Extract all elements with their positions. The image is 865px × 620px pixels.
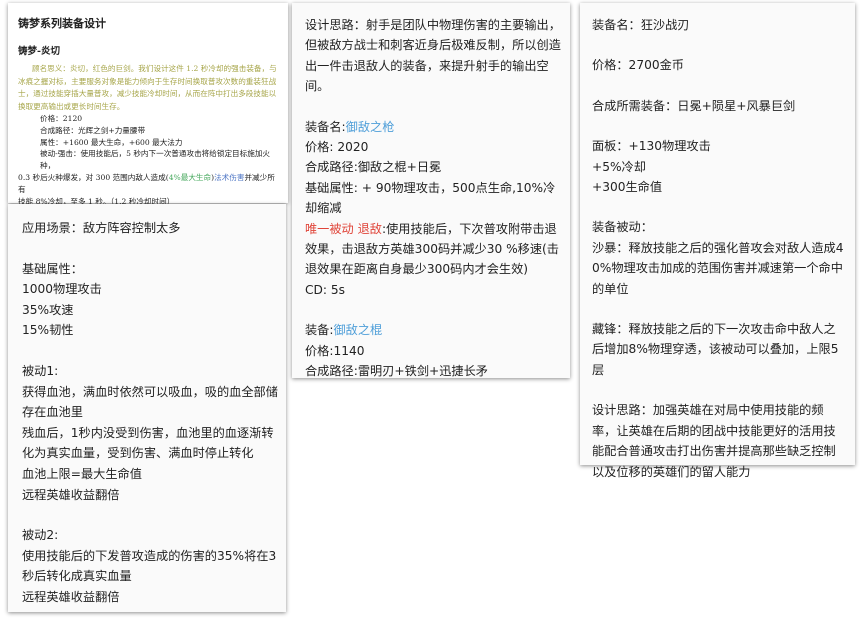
concept-line: 换取更高输出或更长时间生存。 [18,101,125,111]
item-label: 装备: [305,323,334,338]
panel-stat: +5%冷却 [592,159,646,174]
passive-text: 0.3 秒后火种爆发，对 300 范围内敌人造成( [18,172,169,182]
item-price: 价格: 2020 [305,140,369,155]
text-line: 使用技能后的下发普攻造成的伤害的35%将在3 [22,548,277,563]
item-recipe: 合成路径：光辉之剑+力量腰带 [40,125,146,135]
text-line: 化为真实血量，受到伤害、满血时停止转化 [22,446,254,461]
design-card-zhumeng-yanqie: 铸梦系列装备设计 铸梦-炎切 顾名思义：炎切，红色的巨剑。我们设计这件 1.2 … [8,3,288,206]
item-name-row: 装备名:御敌之枪 [305,117,562,137]
item-cooldown: CD: 5s [305,282,345,297]
text-line: 1000物理攻击 [22,282,102,297]
design-card-kuangsha: 装备名：狂沙战刃 价格：2700金币 合成所需装备：日冕+陨星+风暴巨剑 面板：… [580,3,855,479]
passive-title: 装备被动： [592,220,653,235]
text-line: 被动1: [22,363,59,378]
item-price: 价格:1140 [305,343,365,358]
panel-stat: 面板：+130物理攻击 [592,139,711,154]
card-title: 铸梦系列装备设计 [18,17,106,30]
item-name: 装备名：狂沙战刃 [592,18,690,32]
text-line: 被动2: [22,528,59,543]
design-idea: 设计思路：加强英雄在对局中使用技能的频率，让英雄在后期的团战中技能更好的活用技能… [592,403,836,479]
item-recipe: 合成路径:雷明刃+铁剑+迅捷长矛 [305,364,488,379]
item-price: 价格：2700金币 [592,58,684,73]
text-line: 应用场景：敌方阵容控制太多 [22,221,181,235]
max-hp-highlight: 4%最大生命 [168,172,212,182]
design-intro: 设计思路：射手是团队中物理伤害的主要输出，但被敌方战士和刺客近身后极难反制，所以… [305,18,561,94]
text-line: 35%攻速 [22,302,74,317]
text-line: 存在血池里 [22,405,83,420]
card-subtitle: 铸梦-炎切 [18,46,60,57]
item-recipe: 合成路径:御敌之棍+日冕 [305,160,442,175]
magic-damage-highlight: 法术伤害 [214,172,245,182]
item-label: 装备名: [305,119,346,134]
text-line: 远程英雄收益翻倍 [22,589,120,604]
text-line: 基础属性： [22,261,83,276]
panel-stat: +300生命值 [592,180,663,195]
design-card-yudi: 设计思路：射手是团队中物理伤害的主要输出，但被敌方战士和刺客近身后极难反制，所以… [292,3,570,378]
item-attributes: 属性：+1600 最大生命，+600 最大法力 [40,137,183,147]
text-line: 血池上限=最大生命值 [22,466,142,481]
text-line: 15%韧性 [22,323,74,338]
item-passive-line: 被动-强击：使用技能后，5 秒内下一次普通攻击将给锁定目标施加火种， [40,149,271,171]
unique-passive-tag: 唯一被动 退敌 [305,221,382,236]
text-line: 秒后转化成真实血量 [22,569,132,584]
passive-sandstorm: 沙暴：释放技能之后的强化普攻会对敌人造成40%物理攻击加成的范围伤害并减速第一个… [592,240,844,296]
text-line: 残血后，1秒内没受到伤害，血池里的血逐渐转 [22,425,274,440]
text-line: 获得血池，满血时依然可以吸血，吸的血全部储 [22,384,278,399]
text-line: 远程英雄收益翻倍 [22,487,120,502]
item-attributes: 基础属性: + 90物理攻击，500点生命,10%冷却缩减 [305,180,556,216]
passive-hidden-edge: 藏锋：释放技能之后的下一次攻击命中敌人之后增加8%物理穿透，该被动可以叠加，上限… [592,322,839,377]
design-card-lifesteal: 应用场景：敌方阵容控制太多 基础属性： 1000物理攻击 35%攻速 15%韧性… [8,204,286,612]
item-name-link[interactable]: 御敌之棍 [333,323,382,337]
item-price: 价格：2120 [40,114,83,123]
item-passive: 唯一被动 退敌:使用技能后，下次普攻附带击退效果，击退敌方英雄300码并减少30… [305,219,562,280]
concept-paragraph: 顾名思义：炎切，红色的巨剑。我们设计这件 1.2 秒冷却的强击装备，与 冰痕之握… [18,63,280,113]
item-recipe: 合成所需装备：日冕+陨星+风暴巨剑 [592,98,796,113]
item-passive-line: 0.3 秒后火种爆发，对 300 范围内敌人造成(4%最大生命)法术伤害并减少所… [18,172,280,196]
concept-line: 士，通过技能穿插大量普攻，减少技能冷却时间，从而在阵中打出多段技能以 [18,89,277,98]
item-name-row: 装备:御敌之棍 [305,320,562,340]
concept-line: 冰痕之握对标，主要服务对象是能力倾向于生存时间换取普攻次数的重装狂战 [18,76,277,86]
concept-line: 顾名思义：炎切，红色的巨剑。我们设计这件 1.2 秒冷却的强击装备，与 [32,64,277,73]
item-name-link[interactable]: 御敌之枪 [346,120,395,134]
